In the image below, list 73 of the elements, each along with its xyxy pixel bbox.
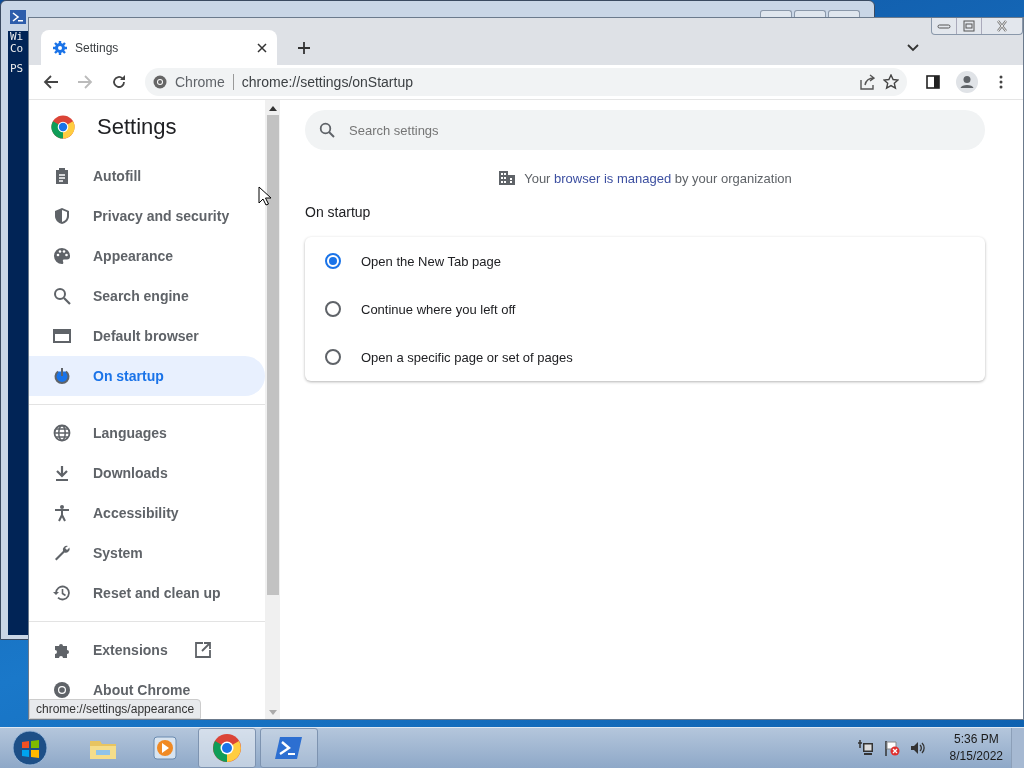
search-field[interactable]: Search settings	[305, 110, 985, 150]
browser-window-icon	[53, 327, 71, 345]
tab-title: Settings	[75, 40, 120, 55]
sidebar-item[interactable]: Appearance	[29, 236, 265, 276]
option-label[interactable]: Continue where you left off	[361, 301, 516, 317]
browser-tab[interactable]: Settings	[41, 30, 277, 65]
settings-title: Settings	[97, 114, 177, 140]
clipboard-icon	[53, 167, 71, 185]
clock-date: 8/15/2022	[949, 748, 1003, 765]
sidebar-item[interactable]: System	[29, 533, 265, 573]
console-text: Wi	[9, 31, 25, 43]
puzzle-piece-icon	[53, 641, 71, 659]
gear-icon	[53, 40, 67, 55]
building-icon	[498, 170, 517, 186]
chrome-logo-icon	[53, 681, 71, 699]
managed-link[interactable]: browser is managed	[554, 170, 672, 186]
managed-notice: Your browser is managed by your organization	[524, 170, 792, 186]
accessibility-icon	[53, 504, 71, 522]
reload-icon[interactable]	[111, 74, 127, 90]
sidebar-item[interactable]: Languages	[29, 413, 265, 453]
scroll-up-arrow-icon[interactable]	[268, 106, 277, 111]
wrench-icon	[53, 544, 71, 562]
sidebar-item[interactable]: Accessibility	[29, 493, 265, 533]
console-text: Co	[9, 43, 25, 55]
chevron-down-icon[interactable]	[907, 44, 919, 52]
history-icon	[53, 584, 71, 602]
status-url-tooltip: chrome://settings/appearance	[29, 699, 202, 719]
media-player-icon[interactable]	[150, 733, 180, 763]
side-panel-icon[interactable]	[925, 74, 941, 90]
clock-time: 5:36 PM	[953, 731, 999, 748]
plus-icon[interactable]	[297, 41, 311, 55]
chrome-logo-icon	[153, 75, 167, 89]
sidebar-item[interactable]: Default browser	[29, 316, 265, 356]
sidebar-item[interactable]: Privacy and security	[29, 196, 265, 236]
sidebar-item[interactable]: Extensions	[29, 630, 265, 670]
radio-button[interactable]	[325, 253, 341, 269]
network-icon[interactable]	[857, 740, 874, 756]
palette-icon	[53, 247, 71, 265]
close-icon[interactable]	[257, 42, 267, 53]
chrome-logo-icon[interactable]	[212, 733, 242, 763]
sidebar-item[interactable]: Autofill	[29, 156, 265, 196]
share-icon[interactable]	[859, 74, 875, 90]
url-text: chrome://settings/onStartup	[241, 74, 414, 90]
speaker-icon[interactable]	[909, 740, 926, 756]
search-icon	[53, 287, 71, 305]
back-arrow-icon[interactable]	[43, 74, 59, 90]
sidebar-item[interactable]: On startup	[29, 356, 265, 396]
download-icon	[53, 464, 71, 482]
scrollbar[interactable]	[265, 100, 280, 719]
flag-warning-icon[interactable]	[883, 740, 900, 756]
console-text: PS	[9, 63, 25, 75]
site-label: Chrome	[175, 74, 234, 90]
radio-button[interactable]	[325, 349, 341, 365]
section-title: On startup	[305, 204, 372, 220]
start-orb-icon[interactable]	[12, 730, 48, 766]
option-label[interactable]: Open a specific page or set of pages	[361, 349, 573, 365]
sidebar-item[interactable]: Search engine	[29, 276, 265, 316]
address-bar[interactable]: Chrome chrome://settings/onStartup	[145, 68, 907, 96]
maximize-icon[interactable]	[962, 20, 976, 32]
chrome-logo-icon	[51, 115, 75, 139]
clock[interactable]: 5:36 PM 8/15/2022	[949, 731, 1003, 765]
option-label[interactable]: Open the New Tab page	[361, 253, 501, 269]
external-link-icon	[193, 641, 212, 659]
avatar-icon[interactable]	[956, 71, 978, 93]
sidebar-item[interactable]: Downloads	[29, 453, 265, 493]
star-icon[interactable]	[883, 74, 899, 90]
terminal-icon	[10, 10, 26, 24]
power-icon	[53, 367, 71, 385]
sidebar-item[interactable]: Reset and clean up	[29, 573, 265, 613]
shield-icon	[53, 207, 71, 225]
mouse-pointer-icon	[258, 186, 272, 206]
radio-button[interactable]	[325, 301, 341, 317]
globe-icon	[53, 424, 71, 442]
